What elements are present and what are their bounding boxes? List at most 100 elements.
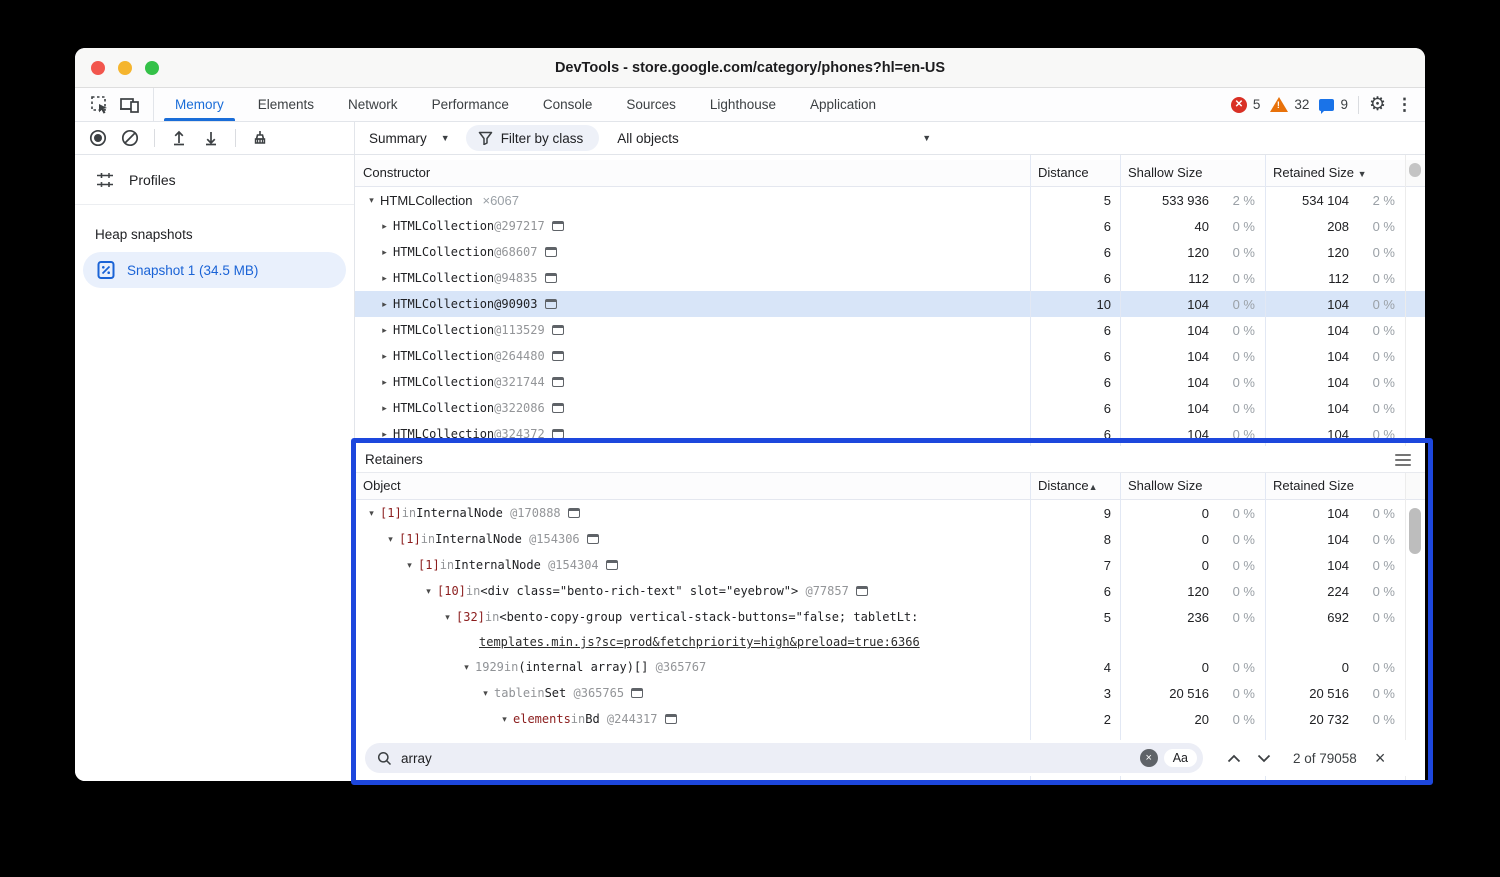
table-row[interactable]: ▸HTMLCollection @2972176400 %2080 %: [355, 213, 1425, 239]
column-object[interactable]: Object: [355, 473, 1030, 500]
collapse-arrow-icon[interactable]: ▸: [378, 221, 391, 232]
table-row[interactable]: ▸HTMLCollection @26448061040 %1040 %: [355, 343, 1425, 369]
clear-search-icon[interactable]: ×: [1140, 749, 1158, 767]
tab-sources[interactable]: Sources: [609, 88, 693, 121]
table-row[interactable]: ▾elements in Bd @2443172200 %20 7320 %: [355, 706, 1425, 732]
filter-icon: [478, 131, 493, 145]
clear-profiles-icon[interactable]: [117, 125, 143, 151]
retainers-title: Retainers: [365, 452, 423, 467]
error-count-badge[interactable]: ✕ 5: [1231, 97, 1261, 113]
retainer-conjunction: in: [402, 506, 416, 520]
tab-network[interactable]: Network: [331, 88, 415, 121]
shallow-size-number: 104: [1187, 427, 1209, 442]
table-row[interactable]: ▾1929 in (internal array)[] @365767400 %…: [355, 654, 1425, 680]
close-search-icon[interactable]: ×: [1375, 748, 1386, 769]
expand-arrow-icon[interactable]: ▾: [460, 662, 473, 673]
table-row[interactable]: ▸HTMLCollection @90903101040 %1040 %: [355, 291, 1425, 317]
search-next-button[interactable]: [1249, 754, 1279, 763]
table-row[interactable]: ▾[1] in InternalNode @170888900 %1040 %: [355, 500, 1425, 526]
objects-filter-select[interactable]: All objects ▼: [617, 131, 947, 146]
column-retained-size[interactable]: Retained Size ▼: [1265, 160, 1405, 187]
tab-memory[interactable]: Memory: [158, 88, 241, 121]
close-window-button[interactable]: [91, 61, 105, 75]
zoom-window-button[interactable]: [145, 61, 159, 75]
column-shallow-size[interactable]: Shallow Size: [1120, 160, 1265, 187]
retained-size-percent: 0 %: [1349, 427, 1395, 442]
clear-garbage-icon[interactable]: [247, 125, 273, 151]
table-row[interactable]: ▾HTMLCollection×60675533 9362 %534 1042 …: [355, 187, 1425, 213]
retainer-conjunction: in: [466, 584, 480, 598]
table-row[interactable]: ▸HTMLCollection @6860761200 %1200 %: [355, 239, 1425, 265]
more-options-icon[interactable]: ⋮: [1396, 95, 1413, 115]
tab-console[interactable]: Console: [526, 88, 610, 121]
collapse-arrow-icon[interactable]: ▸: [378, 247, 391, 258]
table-row[interactable]: ▸HTMLCollection @9483561120 %1120 %: [355, 265, 1425, 291]
match-case-toggle[interactable]: Aa: [1164, 749, 1197, 767]
collapse-arrow-icon[interactable]: ▸: [378, 377, 391, 388]
collapse-arrow-icon[interactable]: ▸: [378, 351, 391, 362]
distance-value: 6: [1030, 401, 1120, 416]
expand-arrow-icon[interactable]: ▾: [384, 534, 397, 545]
tab-elements[interactable]: Elements: [241, 88, 331, 121]
search-previous-button[interactable]: [1219, 754, 1249, 763]
class-filter-input[interactable]: Filter by class: [466, 125, 600, 151]
collapse-arrow-icon[interactable]: ▸: [378, 325, 391, 336]
collapse-arrow-icon[interactable]: ▸: [378, 273, 391, 284]
scrollbar-gutter: [1405, 680, 1425, 706]
sidebar-item-snapshot-1[interactable]: Snapshot 1 (34.5 MB): [83, 252, 346, 288]
table-row[interactable]: ▾[10] in <div class="bento-rich-text" sl…: [355, 578, 1425, 604]
table-row[interactable]: ▾[32] in <bento-copy-group vertical-stac…: [355, 604, 1425, 630]
source-link[interactable]: templates.min.js?sc=prod&fetchpriority=h…: [479, 635, 920, 649]
load-profile-icon[interactable]: [166, 125, 192, 151]
tab-performance[interactable]: Performance: [415, 88, 526, 121]
minimize-window-button[interactable]: [118, 61, 132, 75]
table-row[interactable]: templates.min.js?sc=prod&fetchpriority=h…: [355, 630, 1425, 654]
scrollbar-gutter: [1405, 187, 1425, 213]
table-row[interactable]: ▸HTMLCollection @11352961040 %1040 %: [355, 317, 1425, 343]
column-retained-size[interactable]: Retained Size: [1265, 473, 1405, 500]
shallow-size-value: 1200 %: [1120, 245, 1265, 260]
object-name: HTMLCollection: [393, 349, 494, 363]
message-icon: [1319, 99, 1334, 111]
record-heap-icon[interactable]: [85, 125, 111, 151]
menu-icon[interactable]: [1395, 454, 1411, 466]
settings-gear-icon[interactable]: ⚙: [1369, 95, 1386, 114]
table-row[interactable]: ▾[1] in InternalNode @154304700 %1040 %: [355, 552, 1425, 578]
device-toolbar-icon[interactable]: [119, 94, 141, 116]
table-row[interactable]: ▾[1] in InternalNode @154306800 %1040 %: [355, 526, 1425, 552]
message-count-badge[interactable]: 9: [1319, 97, 1348, 112]
search-field[interactable]: × Aa: [365, 743, 1203, 773]
expand-arrow-icon[interactable]: ▾: [422, 586, 435, 597]
scrollbar-thumb[interactable]: [1409, 163, 1421, 177]
expand-arrow-icon[interactable]: ▾: [479, 688, 492, 699]
object-cell: ▸HTMLCollection @94835: [355, 271, 1030, 285]
expand-arrow-icon[interactable]: ▾: [403, 560, 416, 571]
column-constructor[interactable]: Constructor: [355, 160, 1030, 187]
perspective-select[interactable]: Summary ▼: [369, 131, 466, 146]
expand-arrow-icon[interactable]: ▾: [365, 195, 378, 206]
search-input[interactable]: [401, 751, 1140, 766]
collapse-arrow-icon[interactable]: ▸: [378, 429, 391, 440]
table-row[interactable]: ▾table in Set @365765320 5160 %20 5160 %: [355, 680, 1425, 706]
column-distance[interactable]: Distance▲: [1030, 473, 1120, 500]
column-shallow-size[interactable]: Shallow Size: [1120, 473, 1265, 500]
save-profile-icon[interactable]: [198, 125, 224, 151]
tab-lighthouse[interactable]: Lighthouse: [693, 88, 793, 121]
scrollbar-thumb[interactable]: [1409, 508, 1421, 554]
retained-size-value: 2240 %: [1265, 584, 1405, 599]
collapse-arrow-icon[interactable]: ▸: [378, 403, 391, 414]
retainer-conjunction: in: [421, 532, 435, 546]
inspect-element-icon[interactable]: [89, 94, 111, 116]
tab-application[interactable]: Application: [793, 88, 893, 121]
table-row[interactable]: ▸HTMLCollection @32208661040 %1040 %: [355, 395, 1425, 421]
retained-size-percent: 0 %: [1349, 271, 1395, 286]
expand-arrow-icon[interactable]: ▾: [441, 612, 454, 623]
table-row[interactable]: ▸HTMLCollection @32437261040 %1040 %: [355, 421, 1425, 446]
column-distance[interactable]: Distance: [1030, 160, 1120, 187]
expand-arrow-icon[interactable]: ▾: [498, 714, 511, 725]
warning-count-badge[interactable]: 32: [1270, 97, 1309, 112]
object-name: HTMLCollection: [393, 375, 494, 389]
collapse-arrow-icon[interactable]: ▸: [378, 299, 391, 310]
expand-arrow-icon[interactable]: ▾: [365, 508, 378, 519]
table-row[interactable]: ▸HTMLCollection @32174461040 %1040 %: [355, 369, 1425, 395]
